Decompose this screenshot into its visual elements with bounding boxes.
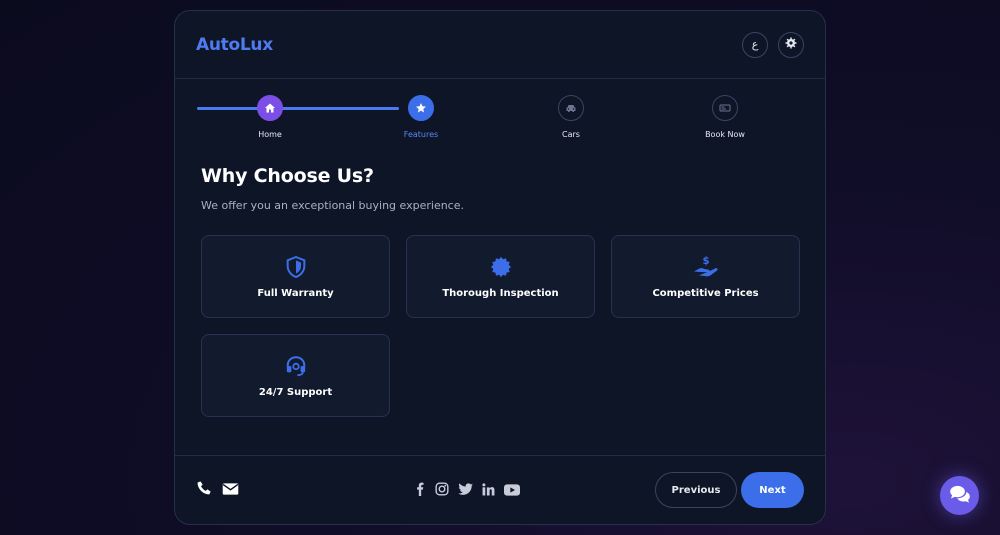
step-book-now[interactable]: Book Now — [680, 95, 770, 139]
feature-label: 24/7 Support — [258, 386, 333, 398]
step-dot — [408, 95, 434, 121]
feature-label: Thorough Inspection — [442, 287, 559, 299]
certificate-icon — [490, 255, 512, 279]
instagram-icon[interactable] — [435, 481, 449, 500]
step-label: Cars — [562, 130, 580, 139]
feature-label: Full Warranty — [257, 287, 334, 299]
svg-text:$: $ — [702, 256, 709, 267]
previous-button[interactable]: Previous — [655, 472, 737, 508]
star-icon — [415, 99, 427, 118]
step-dot — [558, 95, 584, 121]
step-dot — [257, 95, 283, 121]
linkedin-icon[interactable] — [482, 481, 495, 500]
shield-icon — [286, 255, 306, 279]
step-label: Home — [258, 130, 282, 139]
chat-icon — [949, 485, 971, 507]
header-actions: ع — [742, 31, 804, 58]
social-links — [414, 481, 520, 500]
hand-dollar-icon: $ — [693, 255, 719, 279]
car-icon — [565, 99, 577, 118]
settings-button[interactable] — [778, 31, 804, 58]
facebook-icon[interactable] — [414, 481, 426, 500]
logo[interactable]: AutoLux — [196, 35, 273, 55]
home-icon — [264, 99, 276, 118]
header: AutoLux ع — [175, 11, 825, 79]
feature-card-support[interactable]: 24/7 Support — [201, 334, 390, 417]
step-navigation: Previous Next — [655, 472, 804, 508]
step-features[interactable]: Features — [376, 95, 466, 139]
main-card: AutoLux ع Home Features Cars Book Now Wh… — [174, 10, 826, 525]
step-label: Features — [403, 130, 439, 139]
twitter-icon[interactable] — [458, 481, 473, 500]
features-section: Why Choose Us? We offer you an exception… — [175, 159, 825, 417]
envelope-icon[interactable] — [222, 481, 239, 500]
page-title: Why Choose Us? — [201, 165, 374, 187]
language-toggle-button[interactable]: ع — [742, 31, 768, 58]
footer: Previous Next — [175, 455, 825, 524]
step-label: Book Now — [705, 130, 745, 139]
next-button[interactable]: Next — [741, 472, 804, 508]
features-grid: Full Warranty Thorough Inspection $ Comp… — [201, 235, 800, 417]
ticket-icon — [719, 99, 731, 118]
step-home[interactable]: Home — [225, 95, 315, 139]
feature-label: Competitive Prices — [652, 287, 759, 299]
feature-card-warranty[interactable]: Full Warranty — [201, 235, 390, 318]
contact-links — [196, 480, 396, 500]
phone-icon[interactable] — [196, 480, 212, 500]
page-subtitle: We offer you an exceptional buying exper… — [201, 199, 464, 212]
youtube-icon[interactable] — [504, 481, 520, 500]
step-dot — [712, 95, 738, 121]
step-cars[interactable]: Cars — [526, 95, 616, 139]
gear-icon — [785, 37, 797, 52]
progress-stepper: Home Features Cars Book Now — [175, 79, 825, 159]
feature-card-inspection[interactable]: Thorough Inspection — [406, 235, 595, 318]
feature-card-prices[interactable]: $ Competitive Prices — [611, 235, 800, 318]
headset-icon — [285, 354, 307, 378]
chat-button[interactable] — [940, 476, 979, 515]
